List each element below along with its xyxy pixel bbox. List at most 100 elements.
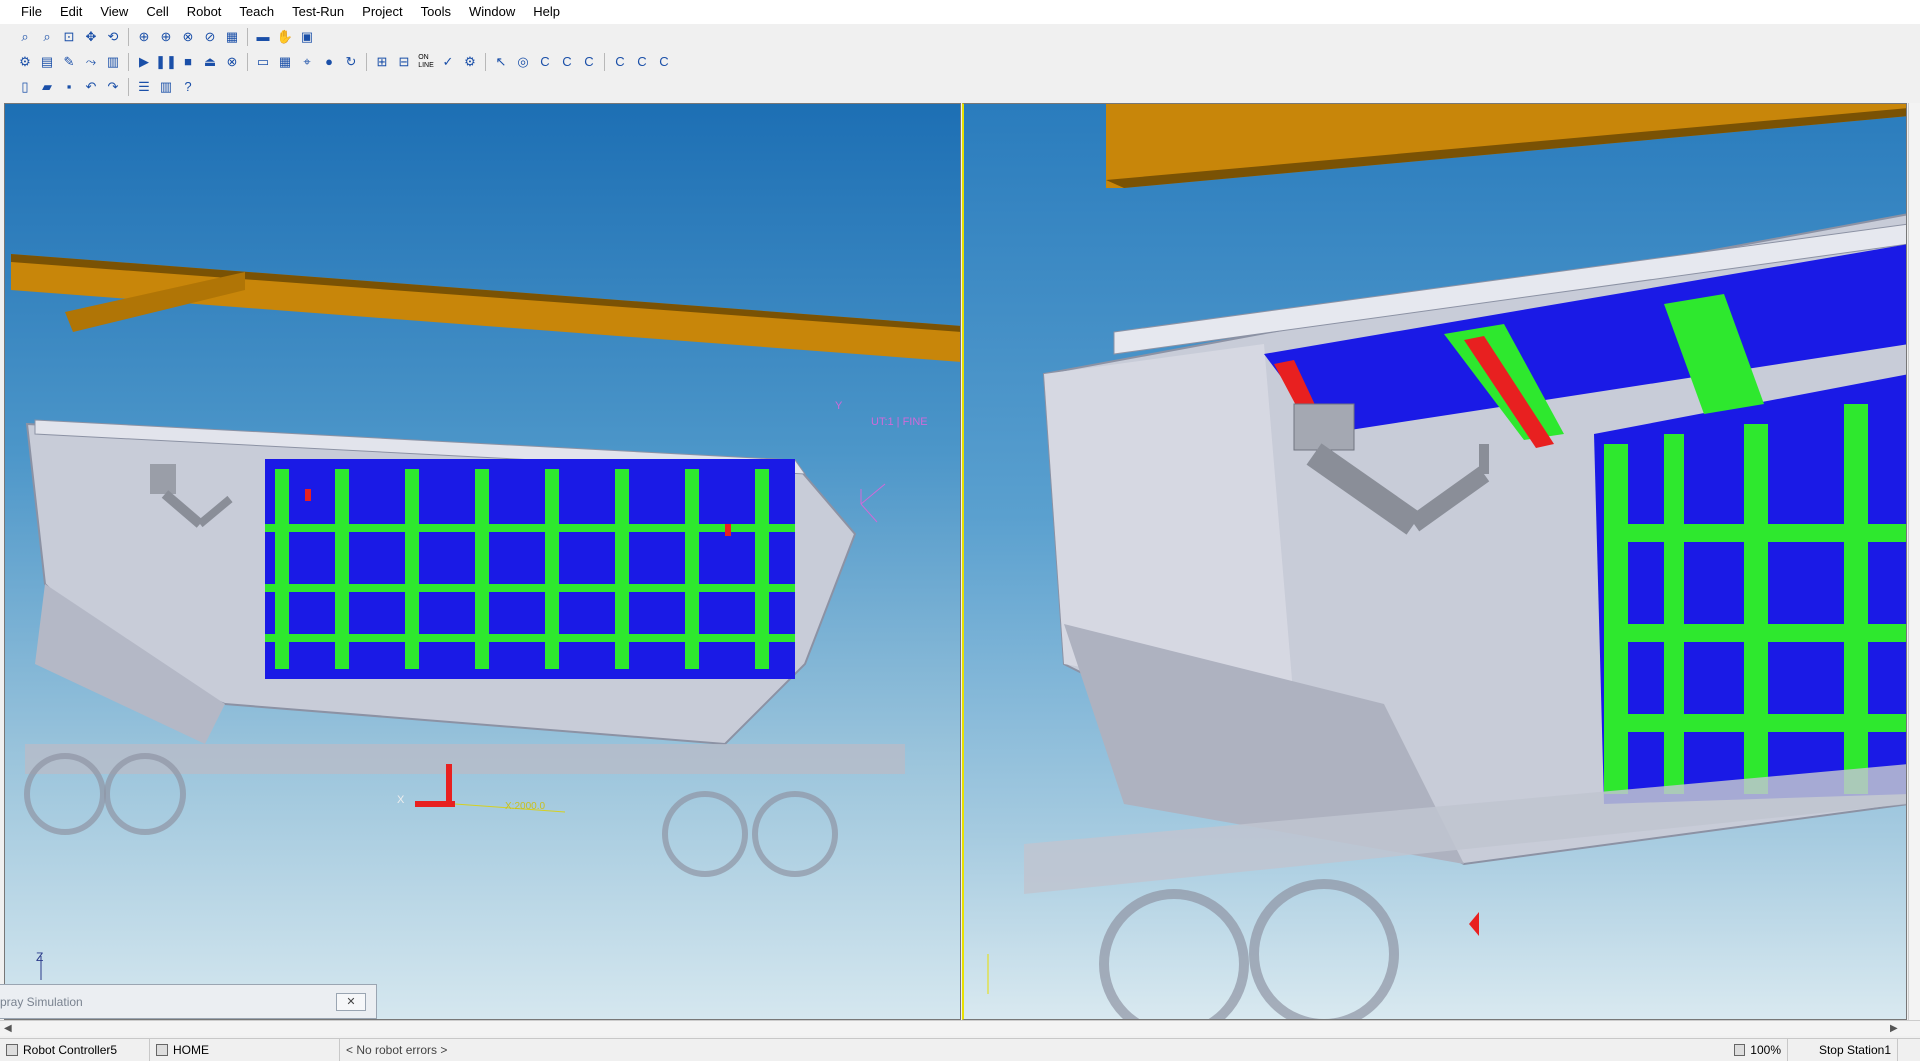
path-button[interactable]: ⤳ <box>80 52 102 72</box>
zoom-window-button[interactable]: ⌕ <box>36 27 58 47</box>
cell-button[interactable]: ▥ <box>102 52 124 72</box>
scroll-right-icon[interactable]: ▶ <box>1890 1021 1898 1037</box>
menu-cell[interactable]: Cell <box>137 0 177 24</box>
menu-help[interactable]: Help <box>524 0 569 24</box>
redo-button[interactable]: ↷ <box>102 77 124 97</box>
mode-status[interactable]: HOME <box>150 1038 340 1061</box>
mode-label: HOME <box>173 1042 209 1057</box>
resize-grip-icon[interactable] <box>1898 1039 1920 1061</box>
check-button[interactable]: ✓ <box>437 52 459 72</box>
c-left-icon: C <box>562 54 572 69</box>
new-button[interactable]: ▯ <box>14 77 36 97</box>
zoom-fit-button[interactable]: ⊡ <box>58 27 80 47</box>
view-toolbar: ⌕ ⌕ ⊡ ✥ ⟲ ⊕ ⊕ ⊗ ⊘ ▦ ▬ ✋ ▣ <box>0 24 318 49</box>
tree-button[interactable]: ☰ <box>133 77 155 97</box>
menu-view[interactable]: View <box>91 0 137 24</box>
viewport-left[interactable]: UT:1 | FINE Z Y X:2000.0 X <box>4 103 961 1020</box>
cancel-button[interactable]: ⊗ <box>221 52 243 72</box>
teach-button[interactable]: ✎ <box>58 52 80 72</box>
rotate-view-button[interactable]: ⟲ <box>102 27 124 47</box>
station-status[interactable]: Stop Station1 <box>1788 1038 1898 1061</box>
world-axis-z-label: Z <box>36 950 44 964</box>
menu-robot[interactable]: Robot <box>178 0 231 24</box>
menu-file[interactable]: File <box>12 0 51 24</box>
teach-icon: ✎ <box>63 53 75 69</box>
open-button[interactable]: ▰ <box>36 77 58 97</box>
chart-icon: ▥ <box>159 78 173 94</box>
base-axis-x-label: X <box>397 794 405 806</box>
spray-simulation-title: pray Simulation <box>0 995 83 1009</box>
close-button[interactable]: ✕ <box>336 993 366 1011</box>
toolbar-separator <box>128 27 129 46</box>
file-toolbar: ▯ ▰ ▪ ↶ ↷ ☰ ▥? <box>0 74 199 99</box>
refresh-button[interactable]: ↻ <box>340 52 362 72</box>
zoom-button[interactable]: ⌕ <box>14 27 36 47</box>
frame-reset-button[interactable]: ⊗ <box>177 27 199 47</box>
menu-edit[interactable]: Edit <box>51 0 91 24</box>
c-icon: C <box>540 54 550 69</box>
cursor-button[interactable]: ↖ <box>490 52 512 72</box>
frame-toggle-button[interactable]: ⊘ <box>199 27 221 47</box>
coords-button[interactable]: ⌖ <box>296 52 318 72</box>
settings-icon: ⚙ <box>464 53 476 69</box>
camera-button[interactable]: ▣ <box>296 27 318 47</box>
new-icon: ▯ <box>21 78 29 94</box>
spray-simulation-window[interactable]: pray Simulation ✕ <box>0 984 377 1019</box>
rotate-view-icon: ⟲ <box>107 28 119 44</box>
vertical-scrollbar[interactable] <box>1908 103 1920 1020</box>
menu-window[interactable]: Window <box>460 0 524 24</box>
c-1x-button[interactable]: C <box>609 52 631 72</box>
program-button[interactable]: ▤ <box>36 52 58 72</box>
online-icon: ON LINE <box>418 53 434 69</box>
menu-teach[interactable]: Teach <box>230 0 283 24</box>
robot-button[interactable]: ⚙ <box>14 52 36 72</box>
chart-button[interactable]: ▥ <box>155 77 177 97</box>
eject-icon: ⏏ <box>203 53 217 69</box>
grid-button[interactable]: ▦ <box>274 52 296 72</box>
toolbar-separator <box>247 52 248 71</box>
scroll-left-icon[interactable]: ◀ <box>4 1021 12 1037</box>
c-2x-button[interactable]: C <box>631 52 653 72</box>
menu-project[interactable]: Project <box>353 0 411 24</box>
target-button[interactable]: ◎ <box>512 52 534 72</box>
record-button[interactable]: ▭ <box>252 52 274 72</box>
pause-button[interactable]: ❚❚ <box>155 52 177 72</box>
help-button[interactable]: ? <box>177 77 199 97</box>
frame-button[interactable]: ⊕ <box>133 27 155 47</box>
mesh-button[interactable]: ▦ <box>221 27 243 47</box>
move-button[interactable]: ✥ <box>80 27 102 47</box>
controller-label: Robot Controller5 <box>23 1042 118 1057</box>
station-label: Stop Station1 <box>1818 1042 1891 1057</box>
c-rotate-button[interactable]: C <box>578 52 600 72</box>
record-icon: ▭ <box>256 53 270 69</box>
measure-button[interactable]: ⊞ <box>371 52 393 72</box>
zoom-label: 100% <box>1750 1042 1781 1057</box>
eject-button[interactable]: ⏏ <box>199 52 221 72</box>
online-button[interactable]: ON LINE <box>415 52 437 72</box>
save-button[interactable]: ▪ <box>58 77 80 97</box>
play-icon: ▶ <box>139 53 149 69</box>
play-button[interactable]: ▶ <box>133 52 155 72</box>
hand-button[interactable]: ✋ <box>274 27 296 47</box>
c-left-button[interactable]: C <box>556 52 578 72</box>
menu-test-run[interactable]: Test-Run <box>283 0 353 24</box>
frame-all-button[interactable]: ⊕ <box>155 27 177 47</box>
stop-button[interactable]: ■ <box>177 52 199 72</box>
horizontal-scrollbar[interactable]: ◀ ▶ <box>0 1020 1920 1036</box>
frame-toggle-icon: ⊘ <box>204 28 216 44</box>
viewport-right[interactable] <box>962 103 1907 1020</box>
c-button[interactable]: C <box>534 52 556 72</box>
undo-button[interactable]: ↶ <box>80 77 102 97</box>
zoom-status[interactable]: 100% <box>1728 1038 1788 1061</box>
frame-all-icon: ⊕ <box>160 28 172 44</box>
scene-right <box>987 104 1906 1019</box>
controller-status[interactable]: Robot Controller5 <box>0 1038 150 1061</box>
c-4x-button[interactable]: C <box>653 52 675 72</box>
settings-button[interactable]: ⚙ <box>459 52 481 72</box>
menu-tools[interactable]: Tools <box>412 0 460 24</box>
measure2-button[interactable]: ⊟ <box>393 52 415 72</box>
toolbar-separator <box>604 52 605 71</box>
ruler-button[interactable]: ▬ <box>252 27 274 47</box>
paint-button[interactable]: ● <box>318 52 340 72</box>
hand-icon: ✋ <box>276 28 294 44</box>
